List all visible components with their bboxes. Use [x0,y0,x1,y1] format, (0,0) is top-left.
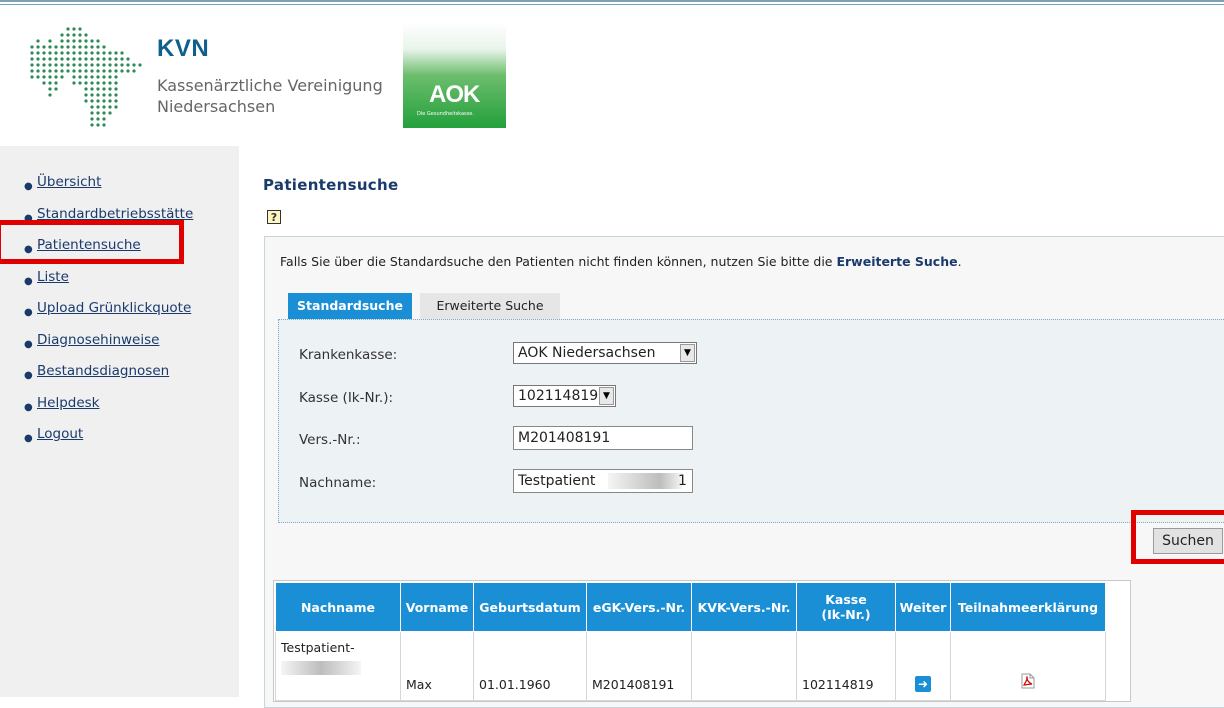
cell-nachname: Testpatient- [275,631,401,701]
header-nachname: Nachname [275,582,401,632]
header-kasse-iknr: Kasse (Ik-Nr.) [796,582,896,632]
kvn-subtitle-line2: Niedersachsen [157,97,276,116]
highlight-box-suchen [1131,510,1224,564]
pdf-icon[interactable] [1021,673,1035,689]
header-weiter: Weiter [895,582,951,632]
header-egk-versnr: eGK-Vers.-Nr. [586,582,692,632]
help-icon[interactable]: ? [267,210,281,224]
redacted-blur [281,661,361,675]
sidebar-link-liste[interactable]: Liste [37,269,69,285]
sidebar-link-upload-gruenklickquote[interactable]: Upload Grünklickquote [37,300,191,316]
versnr-label: Vers.-Nr.: [299,432,361,448]
main-content: Patientensuche ? Falls Sie über die Stan… [239,146,1224,708]
bullet-icon: ● [24,370,33,381]
highlight-box-patientensuche [0,220,184,264]
tab-erweiterte-suche[interactable]: Erweiterte Suche [420,293,560,319]
cell-egk-versnr: M201408191 [586,631,692,701]
tab-standardsuche[interactable]: Standardsuche [288,293,412,319]
bullet-icon: ● [24,401,33,413]
bullet-icon: ● [24,181,33,192]
cell-kasse-iknr: 102114819 [796,631,896,701]
kvn-logo-icon [30,27,142,127]
info-text-suffix: . [957,254,962,269]
header-kasse-line1: Kasse [825,592,867,607]
header-teilnahmeerklaerung: Teilnahmeerklärung [950,582,1106,632]
krankenkasse-label: Krankenkasse: [299,347,398,363]
erweiterte-suche-link[interactable]: Erweiterte Suche [836,254,957,269]
header-vorname: Vorname [400,582,474,632]
krankenkasse-value: AOK Niedersachsen [518,345,656,361]
sidebar-link-diagnosehinweise[interactable]: Diagnosehinweise [37,332,159,348]
info-text: Falls Sie über die Standardsuche den Pat… [280,254,962,269]
header-kasse-line2: (Ik-Nr.) [821,607,871,622]
versnr-input[interactable]: M201408191 [513,426,693,450]
kvn-subtitle-line1: Kassenärztliche Vereinigung [157,76,383,95]
nachname-label: Nachname: [299,475,377,491]
arrow-right-icon[interactable]: ➜ [915,676,931,692]
bullet-icon: ● [24,307,33,318]
header-geburtsdatum: Geburtsdatum [473,582,587,632]
header-kvk-versnr: KVK-Vers.-Nr. [691,582,797,632]
kvn-title: KVN [157,35,210,62]
bullet-icon: ● [24,275,33,287]
sidebar-link-logout[interactable]: Logout [37,426,83,442]
header: KVN Kassenärztliche Vereinigung Niedersa… [0,5,1224,145]
nachname-tail: 1 [678,473,687,489]
table-row: Testpatient- Max 01.01.1960 M201408191 1… [275,631,1106,701]
krankenkasse-select[interactable]: AOK Niedersachsen ▼ [513,342,697,364]
bullet-icon: ● [24,338,33,350]
nachname-value: Testpatient [518,473,596,489]
results-table: Nachname Vorname Geburtsdatum eGK-Vers.-… [275,582,1106,701]
nachname-input[interactable]: Testpatient 1 [513,469,693,493]
bullet-icon: ● [24,433,33,444]
sidebar-link-bestandsdiagnosen[interactable]: Bestandsdiagnosen [37,363,169,379]
aok-logo-tagline: Die Gesundheitskasse. [417,111,474,117]
results-header-row: Nachname Vorname Geburtsdatum eGK-Vers.-… [275,582,1106,632]
sidebar-link-helpdesk[interactable]: Helpdesk [37,395,100,411]
cell-teilnahmeerklaerung [950,631,1106,701]
redacted-blur [608,473,682,489]
kasse-iknr-select[interactable]: 102114819 ▼ [513,385,616,407]
cell-weiter: ➜ [895,631,951,701]
sidebar-link-uebersicht[interactable]: Übersicht [37,174,101,190]
page-title: Patientensuche [263,176,399,194]
cell-kvk-versnr [691,631,797,701]
kasse-iknr-value: 102114819 [518,388,599,404]
kasse-iknr-label: Kasse (Ik-Nr.): [299,390,394,406]
aok-logo-text: AOK [429,81,480,108]
search-form: Krankenkasse: AOK Niedersachsen ▼ Kasse … [278,319,1224,523]
nachname-text: Testpatient- [281,640,355,655]
chevron-down-icon: ▼ [599,387,614,405]
aok-logo: AOK Die Gesundheitskasse. [403,23,506,128]
chevron-down-icon: ▼ [680,344,695,362]
info-text-prefix: Falls Sie über die Standardsuche den Pat… [280,254,837,269]
cell-geburtsdatum: 01.01.1960 [473,631,587,701]
cell-vorname: Max [400,631,474,701]
